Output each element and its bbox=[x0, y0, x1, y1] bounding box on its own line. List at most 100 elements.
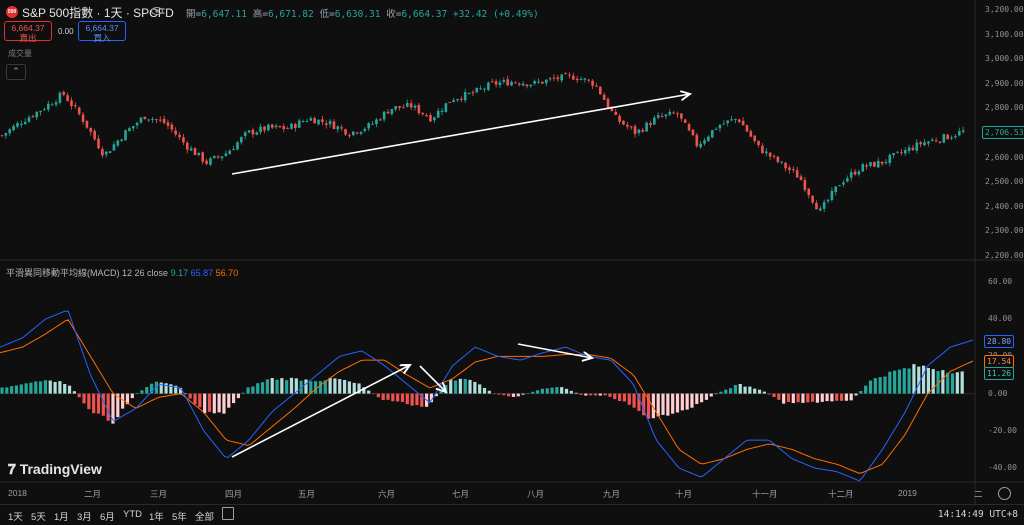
candle-body bbox=[4, 133, 8, 136]
timeframe-button[interactable]: 5天 bbox=[31, 509, 46, 523]
macd-histogram-bar bbox=[748, 386, 752, 394]
macd-histogram-bar bbox=[391, 393, 395, 402]
macd-histogram-bar bbox=[511, 393, 516, 397]
candle-body bbox=[741, 120, 745, 126]
macd-histogram-bar bbox=[791, 393, 795, 404]
candle-body bbox=[124, 130, 127, 141]
change-value: +32.42 (+0.49%) bbox=[452, 9, 539, 20]
macd-histogram-bar bbox=[473, 381, 477, 394]
macd-histogram-bar bbox=[753, 388, 757, 394]
macd-histogram-bar bbox=[815, 393, 820, 403]
candle-body bbox=[541, 81, 544, 84]
candle-body bbox=[583, 78, 587, 80]
candle-body bbox=[633, 126, 637, 135]
candle-body bbox=[394, 106, 398, 110]
candle-body bbox=[363, 128, 367, 131]
timeframe-button[interactable]: 3月 bbox=[77, 509, 92, 523]
candle-body bbox=[714, 128, 718, 130]
hist-value-tag: 11.26 bbox=[984, 367, 1015, 380]
candle-body bbox=[873, 161, 876, 167]
macd-histogram-bar bbox=[333, 378, 337, 394]
timeframe-button[interactable]: YTD bbox=[123, 509, 142, 520]
timeframe-button[interactable]: 1月 bbox=[54, 509, 69, 523]
candle-body bbox=[317, 119, 320, 125]
macd-histogram-bar bbox=[608, 393, 612, 397]
sell-price: 6,664.37 bbox=[11, 23, 45, 33]
time-tick-label: 六月 bbox=[378, 489, 396, 499]
candle-body bbox=[151, 118, 154, 120]
macd-histogram-bar bbox=[507, 393, 511, 397]
macd-histogram-bar bbox=[405, 393, 409, 405]
macd-histogram-bar bbox=[410, 393, 414, 406]
volume-label[interactable]: 成交量 bbox=[8, 48, 32, 59]
candle-body bbox=[112, 144, 116, 151]
candle-body bbox=[599, 86, 602, 95]
candle-body bbox=[321, 119, 324, 123]
macd-histogram-bar bbox=[193, 393, 197, 405]
macd-histogram-bar bbox=[376, 393, 380, 398]
macd-histogram-bar bbox=[545, 388, 549, 394]
macd-histogram-bar bbox=[878, 377, 882, 394]
candle-body bbox=[47, 103, 50, 110]
macd-histogram-bar bbox=[241, 392, 245, 394]
candle-body bbox=[656, 115, 660, 118]
price-tick-label: 3,000.00 bbox=[985, 54, 1024, 64]
candle-body bbox=[81, 114, 85, 122]
candle-body bbox=[294, 124, 297, 128]
logo-mark: 𝟕 bbox=[8, 461, 16, 477]
price-tick-label: 2,900.00 bbox=[985, 78, 1024, 88]
chevron-up-icon[interactable]: ⌃ bbox=[6, 64, 26, 80]
timeframe-button[interactable]: 6月 bbox=[100, 509, 115, 523]
candle-body bbox=[772, 155, 776, 157]
time-tick-label: 七月 bbox=[452, 489, 470, 499]
macd-histogram-bar bbox=[912, 364, 916, 394]
buy-button[interactable]: 6,664.37 買入 bbox=[78, 21, 126, 43]
macd-histogram-bar bbox=[497, 393, 501, 395]
candle-body bbox=[575, 78, 579, 81]
timeframe-button[interactable]: 5年 bbox=[172, 509, 187, 523]
candle-body bbox=[50, 104, 54, 106]
macd-histogram-bar bbox=[666, 393, 670, 416]
candle-body bbox=[170, 124, 174, 130]
macd-histogram-bar bbox=[48, 380, 52, 394]
candle-body bbox=[838, 185, 841, 187]
candle-body bbox=[0, 135, 4, 137]
macd-histogram-bar bbox=[526, 393, 530, 394]
eye-icon[interactable] bbox=[151, 6, 163, 16]
macd-histogram-bar bbox=[531, 391, 535, 394]
candle-body bbox=[892, 153, 895, 156]
candle-body bbox=[228, 150, 232, 155]
candle-body bbox=[903, 150, 907, 154]
macd-histogram-bar bbox=[130, 393, 134, 399]
timeframe-button[interactable]: 1天 bbox=[8, 509, 23, 523]
candle-body bbox=[93, 130, 96, 140]
candle-body bbox=[552, 77, 556, 79]
candle-body bbox=[506, 79, 509, 86]
time-tick-label: 十二月 bbox=[828, 489, 854, 499]
macd-histogram-bar bbox=[371, 393, 376, 395]
candle-body bbox=[780, 161, 784, 163]
macd-histogram-bar bbox=[386, 393, 390, 400]
candle-body bbox=[645, 122, 648, 132]
timeframe-button[interactable]: 1年 bbox=[149, 509, 164, 523]
candle-body bbox=[726, 120, 729, 124]
calendar-icon[interactable] bbox=[222, 507, 234, 520]
candle-body bbox=[429, 115, 432, 122]
candle-body bbox=[846, 178, 849, 182]
chart-canvas[interactable] bbox=[0, 0, 1024, 504]
macd-histogram-bar bbox=[29, 382, 33, 394]
macd-histogram-bar bbox=[347, 381, 351, 394]
time-tick-label: 十一月 bbox=[752, 489, 778, 499]
logo-text: TradingView bbox=[19, 461, 102, 477]
candle-body bbox=[857, 171, 861, 175]
macd-legend[interactable]: 平滑異同移動平均線(MACD) 12 26 close 9.17 65.87 5… bbox=[6, 266, 238, 279]
candle-body bbox=[626, 124, 629, 127]
candle-body bbox=[23, 121, 27, 125]
macd-histogram-bar bbox=[661, 393, 665, 415]
settings-icon[interactable] bbox=[998, 487, 1011, 500]
macd-histogram-bar bbox=[704, 393, 709, 400]
sell-button[interactable]: 6,664.37 賣出 bbox=[4, 21, 52, 43]
time-tick-label: 五月 bbox=[298, 489, 316, 499]
candle-body bbox=[135, 122, 139, 126]
timeframe-button[interactable]: 全部 bbox=[195, 509, 214, 523]
